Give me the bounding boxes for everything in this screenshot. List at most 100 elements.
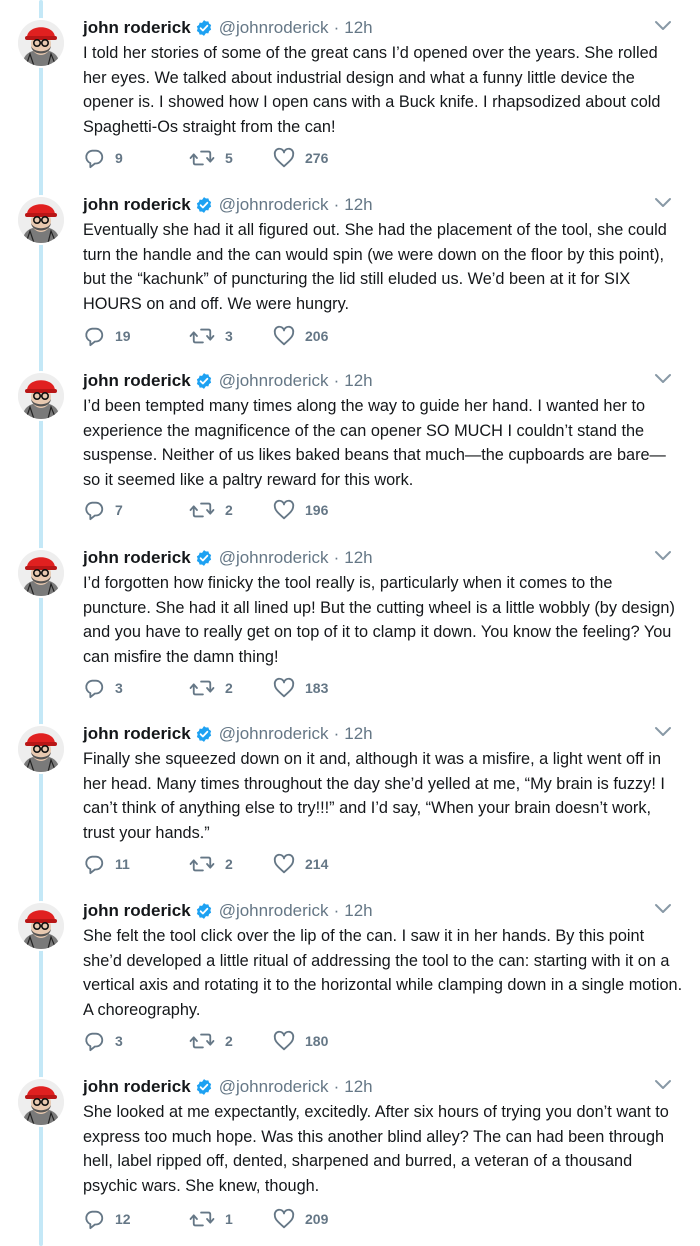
author-handle[interactable]: @johnroderick [219, 548, 329, 568]
tweet-timestamp[interactable]: 12h [344, 724, 372, 744]
like-button[interactable]: 214 [273, 853, 328, 875]
chevron-down-icon[interactable] [653, 372, 673, 386]
retweet-icon [189, 1030, 225, 1052]
like-count: 209 [305, 1211, 329, 1227]
verified-badge-icon [195, 1078, 213, 1096]
retweet-button[interactable]: 2 [189, 499, 233, 521]
retweet-icon [189, 147, 225, 169]
tweet-text: Eventually she had it all figured out. S… [83, 221, 667, 313]
like-count: 196 [305, 502, 329, 518]
tweet-text: She felt the tool click over the lip of … [83, 927, 683, 1019]
tweet-text: I’d been tempted many times along the wa… [83, 397, 666, 489]
tweet: john roderick @johnroderick · 12h I told her… [0, 0, 700, 176]
avatar[interactable] [18, 1079, 64, 1125]
like-button[interactable]: 183 [273, 677, 328, 699]
separator-dot: · [333, 195, 340, 214]
author-name[interactable]: john roderick [83, 371, 191, 391]
author-handle[interactable]: @johnroderick [219, 195, 329, 215]
author-handle[interactable]: @johnroderick [219, 18, 329, 38]
avatar[interactable] [18, 373, 64, 419]
tweet-timestamp[interactable]: 12h [344, 901, 372, 921]
author-name[interactable]: john roderick [83, 724, 191, 744]
retweet-button[interactable]: 2 [189, 853, 233, 875]
tweet: john roderick @johnroderick · 12h She looked… [0, 1059, 700, 1235]
chevron-down-icon[interactable] [653, 725, 673, 739]
reply-count: 9 [115, 150, 123, 166]
separator-dot: · [333, 371, 340, 390]
reply-icon [83, 499, 115, 521]
reply-icon [83, 853, 115, 875]
reply-button[interactable]: 11 [83, 853, 130, 875]
retweet-button[interactable]: 3 [189, 325, 233, 347]
like-button[interactable]: 180 [273, 1030, 328, 1052]
tweet-actions: 9 5 276 [83, 147, 383, 169]
reply-icon [83, 1208, 115, 1230]
like-button[interactable]: 209 [273, 1208, 328, 1230]
reply-button[interactable]: 12 [83, 1208, 131, 1230]
reply-icon [83, 325, 115, 347]
chevron-down-icon[interactable] [653, 549, 673, 563]
chevron-down-icon[interactable] [653, 196, 673, 210]
tweet-actions: 12 1 209 [83, 1208, 383, 1230]
separator-dot: · [333, 901, 340, 920]
reply-button[interactable]: 3 [83, 677, 123, 699]
reply-button[interactable]: 3 [83, 1030, 123, 1052]
tweet-header: john roderick @johnroderick · 12h [83, 548, 373, 568]
tweet-timestamp[interactable]: 12h [344, 1077, 372, 1097]
tweet-timestamp[interactable]: 12h [344, 548, 372, 568]
verified-badge-icon [195, 19, 213, 37]
tweet-timestamp[interactable]: 12h [344, 371, 372, 391]
tweet-text: I told her stories of some of the great … [83, 44, 661, 136]
reply-count: 19 [115, 328, 131, 344]
heart-icon [273, 499, 305, 521]
retweet-button[interactable]: 5 [189, 147, 233, 169]
chevron-down-icon[interactable] [653, 1078, 673, 1092]
reply-button[interactable]: 7 [83, 499, 123, 521]
retweet-button[interactable]: 2 [189, 677, 233, 699]
like-button[interactable]: 206 [273, 325, 328, 347]
reply-button[interactable]: 9 [83, 147, 123, 169]
verified-badge-icon [195, 549, 213, 567]
like-button[interactable]: 196 [273, 499, 328, 521]
verified-badge-icon [195, 372, 213, 390]
avatar[interactable] [18, 903, 64, 949]
retweet-count: 1 [225, 1211, 233, 1227]
retweet-button[interactable]: 2 [189, 1030, 233, 1052]
author-handle[interactable]: @johnroderick [219, 371, 329, 391]
tweet-actions: 19 3 206 [83, 325, 383, 347]
separator-dot: · [333, 548, 340, 567]
separator-dot: · [333, 1077, 340, 1096]
reply-count: 11 [115, 856, 130, 872]
like-count: 180 [305, 1033, 329, 1049]
like-count: 183 [305, 680, 329, 696]
tweet-header: john roderick @johnroderick · 12h [83, 1077, 373, 1097]
retweet-count: 2 [225, 502, 233, 518]
author-name[interactable]: john roderick [83, 901, 191, 921]
retweet-icon [189, 325, 225, 347]
tweet-header: john roderick @johnroderick · 12h [83, 195, 373, 215]
author-handle[interactable]: @johnroderick [219, 724, 329, 744]
chevron-down-icon[interactable] [653, 19, 673, 33]
tweet: john roderick @johnroderick · 12h I’d forgot… [0, 530, 700, 706]
tweet-text: I’d forgotten how finicky the tool reall… [83, 574, 675, 666]
author-handle[interactable]: @johnroderick [219, 1077, 329, 1097]
heart-icon [273, 853, 305, 875]
avatar[interactable] [18, 197, 64, 243]
retweet-icon [189, 499, 225, 521]
like-button[interactable]: 276 [273, 147, 328, 169]
retweet-button[interactable]: 1 [189, 1208, 233, 1230]
chevron-down-icon[interactable] [653, 902, 673, 916]
tweet-timestamp[interactable]: 12h [344, 18, 372, 38]
author-name[interactable]: john roderick [83, 18, 191, 38]
tweet-header: john roderick @johnroderick · 12h [83, 371, 373, 391]
avatar[interactable] [18, 550, 64, 596]
author-name[interactable]: john roderick [83, 548, 191, 568]
author-name[interactable]: john roderick [83, 1077, 191, 1097]
avatar[interactable] [18, 726, 64, 772]
retweet-count: 2 [225, 680, 233, 696]
author-handle[interactable]: @johnroderick [219, 901, 329, 921]
author-name[interactable]: john roderick [83, 195, 191, 215]
avatar[interactable] [18, 20, 64, 66]
reply-button[interactable]: 19 [83, 325, 131, 347]
tweet-timestamp[interactable]: 12h [344, 195, 372, 215]
